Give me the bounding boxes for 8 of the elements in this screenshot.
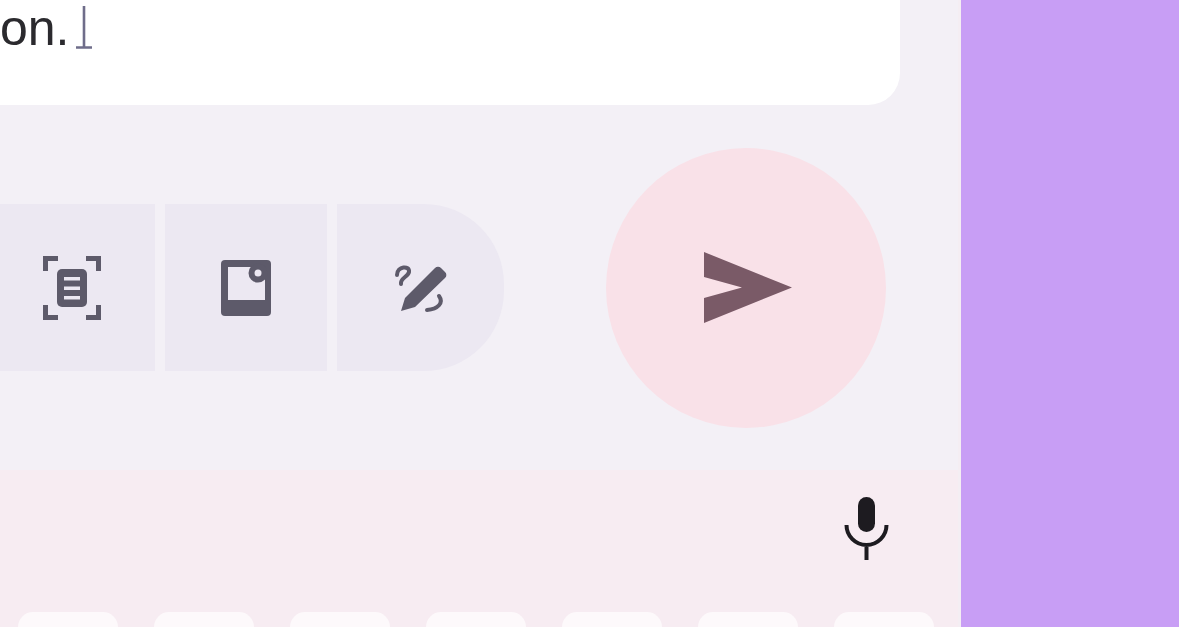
document-scan-icon bbox=[42, 255, 101, 320]
send-icon bbox=[704, 252, 792, 323]
document-scan-button[interactable] bbox=[0, 204, 155, 371]
image-button[interactable] bbox=[165, 204, 327, 371]
microphone-icon[interactable] bbox=[843, 497, 890, 560]
photo-frame-icon bbox=[221, 259, 271, 316]
message-input[interactable]: on. bbox=[0, 0, 900, 105]
handwriting-button[interactable] bbox=[337, 204, 504, 371]
